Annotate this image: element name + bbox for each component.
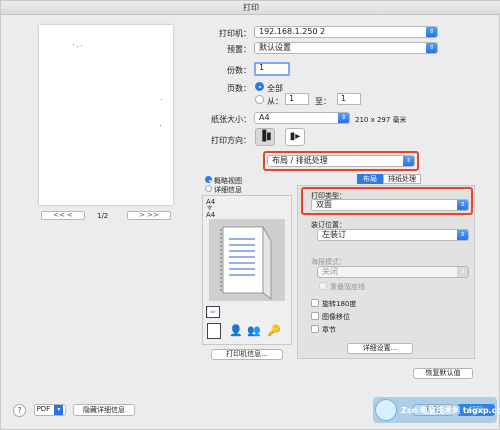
paper-label-bottom: A4 xyxy=(206,211,216,219)
pdf-label: PDF xyxy=(36,405,51,413)
pages-range-radio[interactable] xyxy=(255,95,264,104)
tab-layout[interactable]: 布局 xyxy=(357,174,383,184)
overlap-width-label: 重叠宽度线 xyxy=(330,283,365,291)
restore-defaults-button[interactable]: 恢复默认值 xyxy=(413,368,473,379)
pages-label: 页数： xyxy=(227,84,251,93)
paper-dimensions: 210 x 297 毫米 xyxy=(355,116,407,124)
pages-from-label: 从： xyxy=(267,97,283,106)
overlap-width-checkbox[interactable] xyxy=(319,282,327,290)
chevron-down-icon: ▾ xyxy=(54,405,64,415)
chevron-updown-icon: ⇕ xyxy=(457,230,468,240)
paper-size-select[interactable]: A4 ⇕ xyxy=(254,112,350,124)
user-key-icon: 🔑 xyxy=(267,324,281,337)
printer-value: 192.168.1.250 2 xyxy=(259,27,326,36)
printer-label: 打印机： xyxy=(219,29,251,38)
preset-value: 默认设置 xyxy=(259,43,291,52)
duplex-pages-icon xyxy=(220,225,272,300)
paper-size-value: A4 xyxy=(259,113,270,122)
orientation-portrait-button[interactable]: ▐▮ xyxy=(255,128,275,146)
detail-settings-button[interactable]: 详细设置... xyxy=(347,343,413,354)
chevron-updown-icon: ⇕ xyxy=(426,43,437,53)
orientation-landscape-button[interactable]: ▮▸ xyxy=(285,128,305,146)
highlight-section-select xyxy=(263,151,419,171)
view-summary-radio[interactable] xyxy=(205,176,212,183)
rotate-180-checkbox[interactable] xyxy=(311,299,319,307)
print-preview-page xyxy=(39,25,173,205)
binding-position-value: 左装订 xyxy=(322,230,346,239)
preset-select[interactable]: 默认设置 ⇕ xyxy=(254,42,438,54)
preview-page-indicator: 1/2 xyxy=(97,212,109,220)
document-icon xyxy=(207,323,221,339)
watermark-logo: Zsn 电脑技术网 tagxp.com xyxy=(373,397,500,423)
printer-info-button[interactable]: 打印机信息... xyxy=(211,349,283,360)
portrait-figure-icon: ▐▮ xyxy=(258,131,272,142)
help-button[interactable]: ? xyxy=(13,404,26,417)
image-shift-label: 图像移位 xyxy=(322,313,350,321)
user-document-icon: 👤 xyxy=(229,324,243,337)
pages-to-label: 至： xyxy=(315,97,331,106)
pages-to-input[interactable]: 1 xyxy=(337,93,361,105)
paper-size-label: 纸张大小： xyxy=(211,115,251,124)
poster-mode-select[interactable]: 关闭 ⇕ xyxy=(317,266,469,278)
user-group-icon: 👥 xyxy=(247,324,261,337)
print-dialog: 打印 << < 1/2 > >> 打印机： 192.168.1.250 2 ⇕ … xyxy=(0,0,500,430)
chevron-updown-icon: ⇕ xyxy=(338,113,349,123)
poster-mode-value: 关闭 xyxy=(322,267,338,276)
watermark-circle-icon xyxy=(375,399,397,421)
preview-prev-button[interactable]: << < xyxy=(41,211,85,220)
chapter-checkbox[interactable] xyxy=(311,325,319,333)
duplex-preview xyxy=(209,219,285,301)
chevron-updown-icon: ⇕ xyxy=(457,267,468,277)
orientation-label: 打印方向： xyxy=(211,136,251,145)
chevron-updown-icon: ⇕ xyxy=(426,27,437,37)
output-tray-icon: ⇨ xyxy=(206,306,220,318)
pages-all-radio[interactable] xyxy=(255,82,264,91)
view-detail-radio[interactable] xyxy=(205,185,212,192)
preset-label: 预置： xyxy=(227,45,251,54)
chapter-label: 章节 xyxy=(322,326,336,334)
view-detail-label: 详细信息 xyxy=(214,186,242,194)
printer-select[interactable]: 192.168.1.250 2 ⇕ xyxy=(254,26,438,38)
pages-from-input[interactable]: 1 xyxy=(285,93,309,105)
pages-all-label: 全部 xyxy=(267,84,283,93)
preview-next-button[interactable]: > >> xyxy=(127,211,171,220)
binding-position-select[interactable]: 左装订 ⇕ xyxy=(317,229,469,241)
image-shift-checkbox[interactable] xyxy=(311,312,319,320)
watermark-text: Zsn 电脑技术网 tagxp.com xyxy=(401,406,500,415)
window-title: 打印 xyxy=(1,1,500,15)
pdf-menu-button[interactable]: PDF ▾ xyxy=(34,404,66,416)
highlight-print-type xyxy=(301,187,473,215)
landscape-figure-icon: ▮▸ xyxy=(289,131,301,142)
tab-finishing[interactable]: 排纸处理 xyxy=(383,174,421,184)
rotate-180-label: 旋转180度 xyxy=(322,300,357,308)
copies-input[interactable]: 1 xyxy=(254,62,290,76)
copies-label: 份数： xyxy=(227,66,251,75)
hide-details-button[interactable]: 隐藏详细信息 xyxy=(73,404,135,416)
